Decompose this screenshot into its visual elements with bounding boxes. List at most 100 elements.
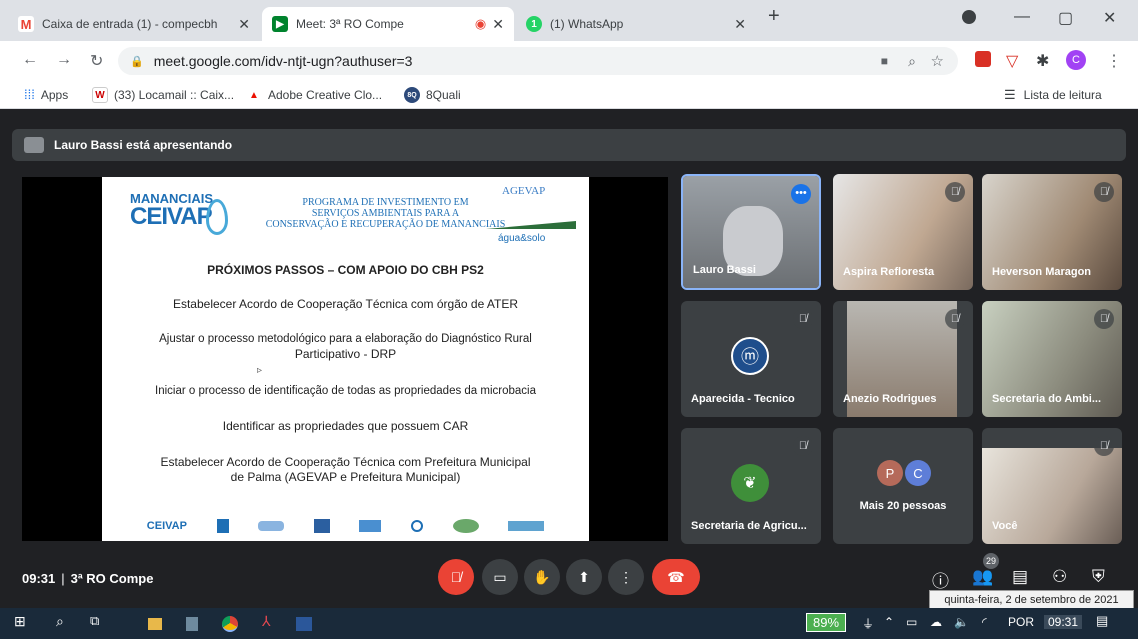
acrobat-extension-icon[interactable]: [975, 51, 991, 67]
participant-tile[interactable]: ••• Lauro Bassi: [681, 174, 821, 290]
minimize-button[interactable]: —: [1014, 8, 1030, 26]
back-icon[interactable]: ←: [22, 51, 38, 69]
close-window-button[interactable]: ✕: [1103, 8, 1116, 28]
menu-icon[interactable]: ⋮: [1106, 51, 1122, 71]
more-options-button[interactable]: ⋮: [608, 559, 644, 595]
bookmark-label: Adobe Creative Clo...: [268, 88, 383, 102]
participant-tile[interactable]: 🎙̸ Anezio Rodrigues: [833, 301, 973, 417]
browser-toolbar: ← → ↻ 🔒 meet.google.com/idv-ntjt-ugn?aut…: [0, 41, 1138, 81]
date-tooltip: quinta-feira, 2 de setembro de 2021: [929, 590, 1134, 610]
word-taskbar-icon[interactable]: [296, 617, 312, 631]
close-tab-icon[interactable]: ✕: [734, 16, 746, 33]
pocket-extension-icon[interactable]: ▽: [1006, 51, 1018, 71]
battery-indicator[interactable]: 89%: [806, 613, 847, 632]
cursor-icon: ▹: [257, 365, 263, 376]
more-participants-tile[interactable]: P C Mais 20 pessoas: [833, 428, 973, 544]
more-vert-icon: ⋮: [619, 568, 633, 585]
presentation-slide: MANANCIAIS CEIVAP PROGRAMA DE INVESTIMEN…: [102, 177, 589, 541]
mic-off-icon: 🎙̸: [793, 309, 813, 329]
whatsapp-icon: 1: [526, 16, 542, 32]
slide-item: Estabelecer Acordo de Cooperação Técnica…: [172, 297, 519, 311]
tab-search-icon[interactable]: [962, 10, 976, 24]
bookmark-apps[interactable]: ⁞⁞⁞ Apps: [24, 87, 68, 102]
meeting-name: 3ª RO Compe: [70, 571, 154, 586]
leave-call-button[interactable]: ☎: [652, 559, 700, 595]
reading-list-label: Lista de leitura: [1023, 88, 1102, 102]
close-tab-icon[interactable]: ✕: [238, 16, 250, 33]
participant-tile[interactable]: 🎙̸ ❦ Secretaria de Agricu...: [681, 428, 821, 544]
address-bar[interactable]: 🔒 meet.google.com/idv-ntjt-ugn?authuser=…: [118, 47, 958, 75]
partner-logo: [258, 521, 285, 531]
presentation-stage[interactable]: MANANCIAIS CEIVAP PROGRAMA DE INVESTIMEN…: [22, 177, 668, 541]
calculator-icon[interactable]: [186, 617, 198, 631]
slide-item: Participativo - DRP: [294, 347, 397, 361]
raise-hand-button[interactable]: ✋: [524, 559, 560, 595]
presenter-avatar: [24, 137, 44, 153]
camera-icon[interactable]: ■: [881, 54, 888, 68]
slide-header-l1: PROGRAMA DE INVESTIMENTO EM: [302, 197, 469, 208]
more-options-icon[interactable]: •••: [791, 184, 811, 204]
bookmark-label: Apps: [40, 87, 69, 102]
tab-meet[interactable]: ▶ Meet: 3ª RO Compe ◉ ✕: [262, 7, 514, 41]
language-indicator[interactable]: POR: [1008, 615, 1034, 629]
reading-list-button[interactable]: ☰ Lista de leitura: [1004, 87, 1102, 103]
zoom-icon[interactable]: ⌕: [908, 53, 916, 70]
bookmark-8quali[interactable]: 8Q 8Quali: [404, 87, 461, 103]
host-controls-icon[interactable]: ⛨: [1092, 567, 1105, 587]
present-screen-button[interactable]: ⬆: [566, 559, 602, 595]
close-tab-icon[interactable]: ✕: [492, 16, 504, 33]
reading-list-icon: ☰: [1004, 87, 1016, 102]
participant-tile[interactable]: 🎙̸ ⓜ Aparecida - Tecnico: [681, 301, 821, 417]
participant-name: Secretaria de Agricu...: [691, 520, 807, 532]
participant-tile[interactable]: 🎙̸ Secretaria do Ambi...: [982, 301, 1122, 417]
chat-icon[interactable]: ▤: [1012, 567, 1028, 587]
file-explorer-icon[interactable]: [148, 618, 162, 630]
participant-avatar-logo: ⓜ: [731, 337, 769, 375]
gmail-icon: M: [18, 16, 34, 32]
activities-icon[interactable]: ⚇: [1052, 567, 1067, 587]
self-tile[interactable]: 🎙̸ Você: [982, 428, 1122, 544]
camera-toggle-button[interactable]: ▭: [482, 559, 518, 595]
participant-tile[interactable]: 🎙̸ Heverson Maragon: [982, 174, 1122, 290]
volume-icon[interactable]: 🔈: [954, 615, 969, 629]
mic-off-icon: 🎙̸: [450, 569, 462, 585]
mic-toggle-button[interactable]: 🎙̸: [438, 559, 474, 595]
meeting-details-icon[interactable]: ⓘ: [932, 567, 949, 592]
windows-start-icon[interactable]: ⊞: [14, 613, 26, 630]
network-icon[interactable]: ▭: [906, 615, 917, 629]
bookmark-locamail[interactable]: W (33) Locamail :: Caix...: [92, 87, 234, 103]
chevron-up-icon[interactable]: ⌃: [884, 615, 894, 629]
people-icon[interactable]: 👥: [972, 567, 993, 587]
profile-avatar[interactable]: C: [1066, 50, 1086, 70]
wifi-icon[interactable]: ◜: [982, 615, 987, 629]
slide-item: Iniciar o processo de identificação de t…: [155, 385, 536, 397]
adobe-icon: ▲: [246, 87, 262, 103]
participant-name: Lauro Bassi: [693, 264, 756, 276]
bookmark-adobe[interactable]: ▲ Adobe Creative Clo...: [246, 87, 382, 103]
lock-icon: 🔒: [130, 55, 144, 68]
8quali-icon: 8Q: [404, 87, 420, 103]
forward-icon[interactable]: →: [56, 51, 72, 69]
task-view-icon[interactable]: ⧉: [90, 613, 99, 629]
tab-title: (1) WhatsApp: [550, 17, 624, 31]
new-tab-button[interactable]: +: [768, 5, 780, 28]
bookmarks-bar: ⁞⁞⁞ Apps W (33) Locamail :: Caix... ▲ Ad…: [0, 81, 1138, 109]
maximize-button[interactable]: ▢: [1058, 8, 1073, 28]
notifications-icon[interactable]: ▤: [1096, 613, 1108, 629]
search-icon[interactable]: ⌕: [56, 613, 64, 630]
slide-header-l2: SERVIÇOS AMBIENTAIS PARA A: [311, 208, 460, 219]
reload-icon[interactable]: ↻: [90, 51, 103, 71]
onedrive-icon[interactable]: ☁: [930, 615, 942, 629]
extensions-icon[interactable]: ✱: [1036, 51, 1049, 71]
windows-taskbar: ⊞ ⌕ ⧉ ⅄ 89% ⏚ ⌃ ▭ ☁ 🔈 ◜ POR 09:31 ▤: [0, 608, 1138, 639]
chrome-taskbar-icon[interactable]: [222, 616, 238, 632]
tab-gmail[interactable]: M Caixa de entrada (1) - compecbh ✕: [8, 7, 260, 41]
meet-icon: ▶: [272, 16, 288, 32]
meeting-info: 09:31 | 3ª RO Compe: [22, 571, 153, 586]
bookmark-star-icon[interactable]: ☆: [931, 52, 944, 70]
acrobat-taskbar-icon[interactable]: ⅄: [262, 613, 271, 630]
participant-tile[interactable]: 🎙̸ Aspira Refloresta: [833, 174, 973, 290]
taskbar-clock[interactable]: 09:31: [1044, 615, 1083, 629]
tab-whatsapp[interactable]: 1 (1) WhatsApp ✕: [516, 7, 756, 41]
mic-off-icon: 🎙̸: [793, 436, 813, 456]
